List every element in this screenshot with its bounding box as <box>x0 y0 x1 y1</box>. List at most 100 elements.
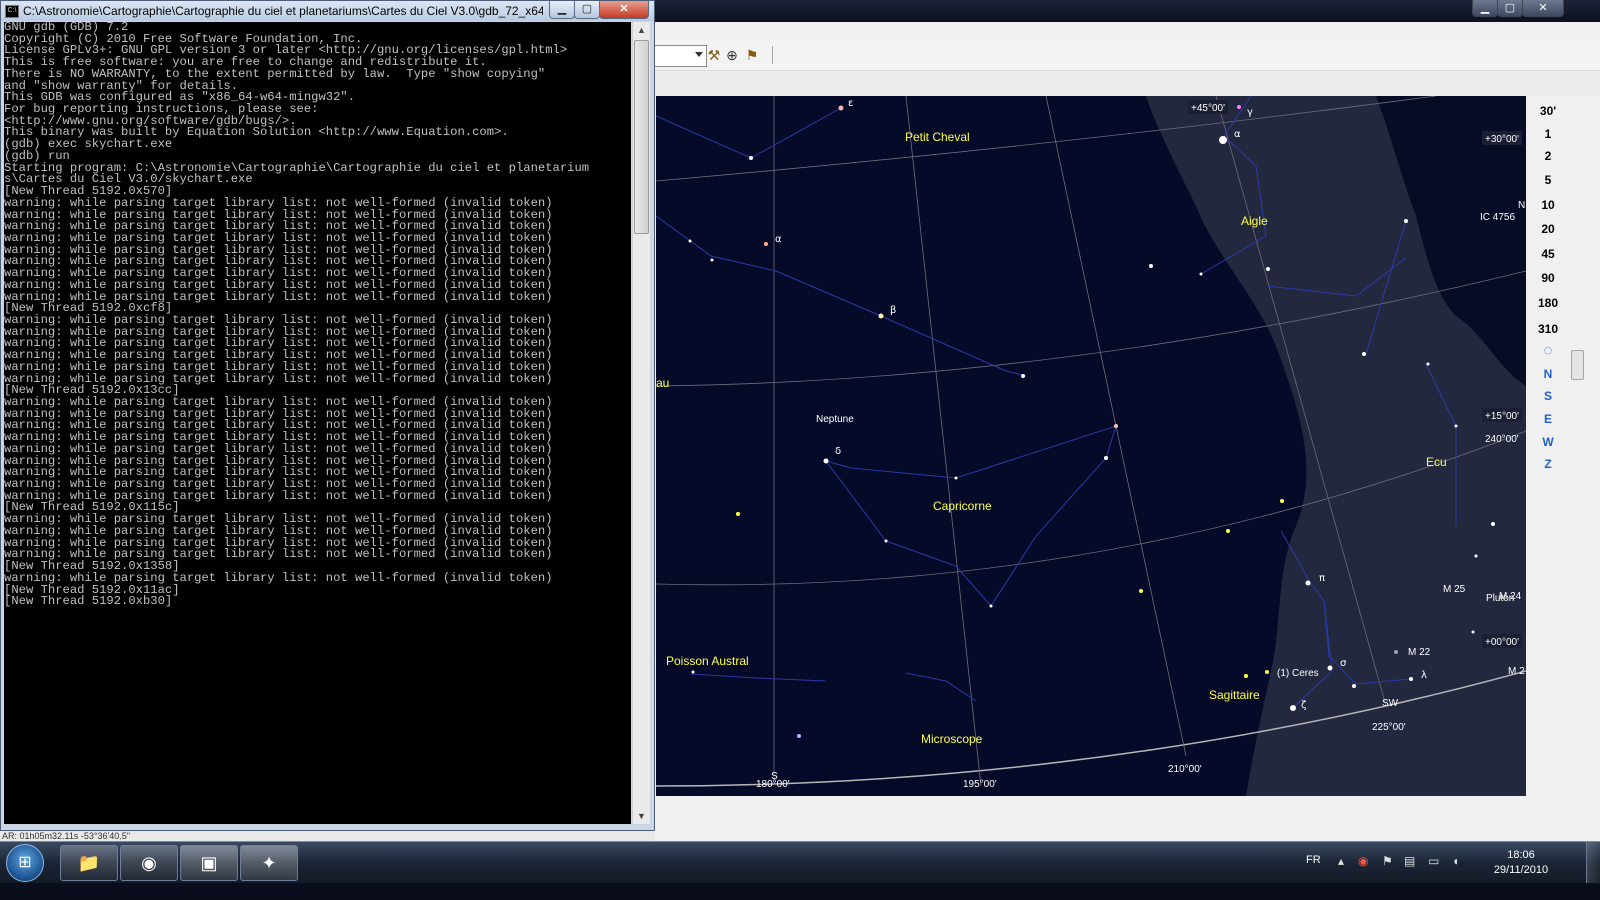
horizon-view-icon[interactable]: ◌ <box>1528 342 1568 359</box>
scroll-up-icon[interactable]: ▲ <box>633 22 650 38</box>
zoom-scrollbar[interactable] <box>1570 96 1584 796</box>
explorer-taskbar-icon[interactable]: 📁 <box>60 845 118 881</box>
skychart-taskbar-icon[interactable]: ✦ <box>240 845 298 881</box>
zoom-180deg[interactable]: 180 <box>1528 296 1568 310</box>
ra-label: 240°00' <box>1485 434 1519 445</box>
taskbar: ⊞ 📁 ◉ ▣ ✦ FR ▴ ◉ ⚑ ▤ ▭ ◖ 18:06 29/11/201… <box>0 841 1600 883</box>
constellation-label: Capricorne <box>933 499 992 513</box>
direction-east[interactable]: E <box>1528 412 1568 426</box>
horizon-label: S <box>771 771 778 782</box>
status-strip: AR: 01h05m32.11s -53°36'40.5" <box>0 831 655 841</box>
skychart-titlebar: ▁ ▢ ✕ <box>640 0 1600 22</box>
maximize-button[interactable]: ▢ <box>1497 0 1523 17</box>
zoom-45deg[interactable]: 45 <box>1528 247 1568 261</box>
show-desktop-button[interactable] <box>1586 842 1600 883</box>
star-letter: σ <box>1340 658 1347 669</box>
clock-time: 18:06 <box>1507 849 1535 861</box>
direction-north[interactable]: N <box>1528 367 1568 381</box>
zoom-20deg[interactable]: 20 <box>1528 222 1568 236</box>
skychart-window: ▁ ▢ ✕ ⚒ ⊕ ⚑ ⧉ ✕ <box>640 0 1600 860</box>
star-letter: β <box>890 305 896 316</box>
object-label: M 25 <box>1443 584 1466 595</box>
show-hidden-icons-icon[interactable]: ▴ <box>1338 854 1344 868</box>
declination-label: +45°00' <box>1191 103 1225 114</box>
star-letter: ε <box>848 98 853 109</box>
object-label: Neptune <box>816 414 854 425</box>
minimize-button[interactable]: ▁ <box>549 1 575 19</box>
window-title: C:\Astronomie\Cartographie\Cartographie … <box>23 4 543 18</box>
ra-label: 210°00' <box>1168 764 1202 775</box>
console-line: [New Thread 5192.0xb30] <box>4 594 173 609</box>
track-icon[interactable]: ⚑ <box>744 47 760 63</box>
device-icon[interactable]: ▤ <box>1404 854 1415 868</box>
zoom-30arcmin[interactable]: 30' <box>1528 104 1568 118</box>
star-letter: δ <box>835 446 841 457</box>
declination-label: +15°00' <box>1485 411 1519 422</box>
skychart-tabbar <box>640 72 1600 96</box>
zoom-310deg[interactable]: 310 <box>1528 322 1568 336</box>
clock[interactable]: 18:06 29/11/2010 <box>1476 848 1566 878</box>
constellation-label: Sagittaire <box>1209 688 1260 702</box>
planet-markers <box>736 499 1284 678</box>
zoom-10deg[interactable]: 10 <box>1528 198 1568 212</box>
gdb-titlebar[interactable]: C:\ C:\Astronomie\Cartographie\Cartograp… <box>1 1 654 21</box>
skychart-toolbar: ⚒ ⊕ ⚑ ⧉ ✕ <box>640 40 1600 96</box>
antivirus-icon[interactable]: ◉ <box>1358 854 1368 868</box>
minimize-button[interactable]: ▁ <box>1472 0 1498 17</box>
sky-map[interactable]: Petit Cheval Aigle Capricorne Poisson Au… <box>656 96 1526 796</box>
object-label: IC 4756 <box>1480 212 1515 223</box>
target-icon[interactable]: ⊕ <box>724 47 740 63</box>
maximize-button[interactable]: ▢ <box>574 1 600 19</box>
horizon-label: SW <box>1382 698 1399 709</box>
object-label: M 22 <box>1408 647 1431 658</box>
chevron-down-icon <box>695 52 703 57</box>
scrollbar-thumb[interactable] <box>634 40 649 234</box>
zoom-panel: 30' 1 2 5 10 20 45 90 180 310 ◌ N S E W … <box>1528 96 1568 796</box>
network-icon[interactable]: ▭ <box>1428 854 1439 868</box>
console-text: GNU gdb (GDB) 7.2 Copyright (C) 2010 Free… <box>4 22 631 608</box>
star-letter: γ <box>1247 107 1253 118</box>
telescope-icon[interactable]: ⚒ <box>706 47 722 63</box>
constellation-label: Ecu <box>1426 455 1447 469</box>
start-button[interactable]: ⊞ <box>6 844 44 882</box>
skychart-statusbar <box>656 796 1600 840</box>
star-letter: α <box>1234 129 1241 140</box>
close-button[interactable]: ✕ <box>1522 0 1564 17</box>
direction-zenith[interactable]: Z <box>1528 457 1568 471</box>
console-output[interactable]: GNU gdb (GDB) 7.2 Copyright (C) 2010 Free… <box>4 22 631 824</box>
zoom-5deg[interactable]: 5 <box>1528 173 1568 187</box>
edge-label: N <box>1518 200 1525 211</box>
console-line: (gdb) exec skychart.exe <box>4 137 173 152</box>
star-letter: ζ <box>1301 700 1306 711</box>
zoom-2deg[interactable]: 2 <box>1528 149 1568 163</box>
zoom-1deg[interactable]: 1 <box>1528 127 1568 141</box>
direction-west[interactable]: W <box>1528 435 1568 449</box>
clock-date: 29/11/2010 <box>1493 864 1549 876</box>
sky-map-canvas[interactable]: Petit Cheval Aigle Capricorne Poisson Au… <box>656 96 1526 796</box>
object-label: (1) Ceres <box>1277 668 1319 679</box>
edge-label: au <box>656 376 669 390</box>
console-taskbar-icon[interactable]: ▣ <box>180 845 238 881</box>
ra-label: 225°00' <box>1372 722 1406 733</box>
constellation-label: Petit Cheval <box>905 130 970 144</box>
scrollbar-thumb[interactable] <box>1571 350 1584 380</box>
object-label: M 2 <box>1508 666 1525 677</box>
console-scrollbar[interactable]: ▲ ▼ <box>632 22 650 824</box>
object-label: M 24 <box>1499 591 1522 602</box>
toolbar-separator <box>772 46 773 64</box>
constellation-label: Microscope <box>921 732 983 746</box>
direction-south[interactable]: S <box>1528 389 1568 403</box>
console-icon: C:\ <box>5 5 19 18</box>
close-button[interactable]: ✕ <box>599 1 649 19</box>
volume-icon[interactable]: ◖ <box>1452 854 1459 868</box>
constellation-label: Poisson Austral <box>666 654 749 668</box>
language-indicator[interactable]: FR <box>1306 854 1321 866</box>
scroll-down-icon[interactable]: ▼ <box>633 808 650 824</box>
constellation-label: Aigle <box>1241 214 1268 228</box>
action-center-flag-icon[interactable]: ⚑ <box>1382 854 1393 868</box>
ra-label: 195°00' <box>963 779 997 790</box>
zoom-90deg[interactable]: 90 <box>1528 271 1568 285</box>
star-letter: π <box>1319 573 1325 584</box>
star-letter: α <box>775 234 782 245</box>
firefox-taskbar-icon[interactable]: ◉ <box>120 845 178 881</box>
